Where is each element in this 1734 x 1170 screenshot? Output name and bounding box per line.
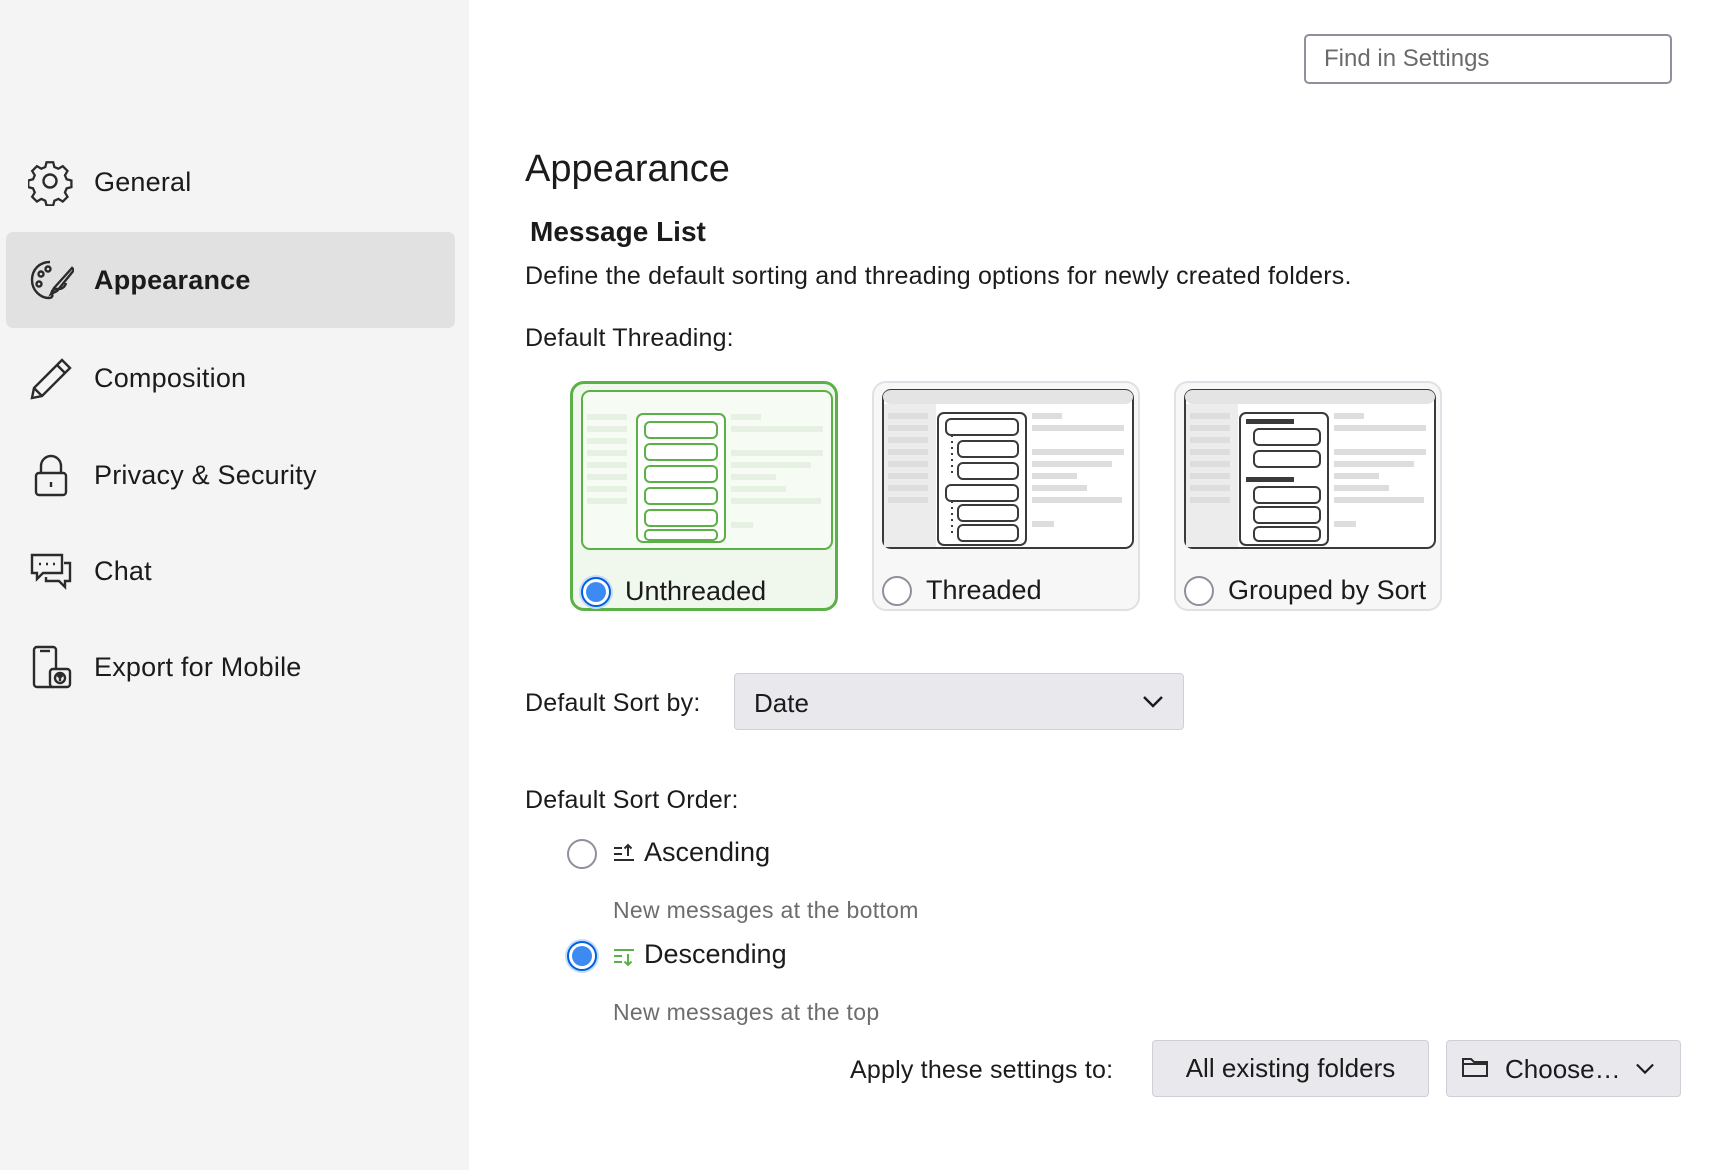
- sidebar-item-label: Appearance: [94, 264, 251, 295]
- default-sort-order-label: Default Sort Order:: [525, 786, 739, 814]
- default-sort-by-label: Default Sort by:: [525, 689, 701, 717]
- sidebar-item-privacy-security[interactable]: Privacy & Security: [6, 427, 455, 523]
- grouped-by-sort-radio[interactable]: [1184, 576, 1214, 606]
- unthreaded-label: Unthreaded: [625, 576, 767, 606]
- descending-label: Descending: [644, 939, 787, 969]
- gear-icon: [27, 160, 74, 207]
- search-input[interactable]: [1304, 34, 1672, 84]
- descending-description: New messages at the top: [613, 999, 880, 1025]
- sort-ascending-icon: [614, 843, 634, 861]
- section-title: Message List: [530, 216, 706, 247]
- ascending-radio[interactable]: [567, 839, 597, 869]
- sidebar-item-label: General: [94, 166, 192, 197]
- sort-by-value: Date: [754, 688, 809, 718]
- ascending-description: New messages at the bottom: [613, 897, 919, 923]
- default-threading-label: Default Threading:: [525, 324, 734, 352]
- choose-label: Choose…: [1505, 1054, 1621, 1084]
- unthreaded-radio[interactable]: [581, 577, 611, 607]
- apply-settings-label: Apply these settings to:: [850, 1056, 1114, 1084]
- sidebar-item-label: Privacy & Security: [94, 459, 317, 490]
- folder-icon: [1462, 1058, 1488, 1077]
- section-description: Define the default sorting and threading…: [525, 262, 1352, 290]
- palette-icon: [28, 258, 76, 304]
- grouped-by-sort-label: Grouped by Sort: [1228, 575, 1427, 605]
- all-existing-folders-label: All existing folders: [1185, 1053, 1396, 1083]
- unthreaded-preview-icon: [581, 390, 833, 550]
- sidebar-item-label: Composition: [94, 362, 247, 393]
- sidebar-item-export-for-mobile[interactable]: Export for Mobile: [6, 619, 455, 715]
- ascending-label: Ascending: [644, 837, 771, 867]
- descending-radio[interactable]: [567, 941, 597, 971]
- threading-option-unthreaded[interactable]: Unthreaded: [570, 381, 838, 611]
- chat-bubbles-icon: [28, 549, 74, 595]
- sort-descending-icon: [614, 949, 634, 967]
- phone-export-icon: [28, 645, 74, 691]
- chevron-down-icon: [1636, 1063, 1654, 1075]
- pencil-icon: [28, 356, 74, 402]
- sidebar: General Appearance Composition Privacy &…: [0, 0, 469, 1170]
- all-existing-folders-button[interactable]: All existing folders: [1152, 1040, 1429, 1097]
- sort-by-select[interactable]: Date: [734, 673, 1184, 730]
- sidebar-item-chat[interactable]: Chat: [6, 523, 455, 619]
- lock-icon: [28, 453, 74, 499]
- threading-option-grouped-by-sort[interactable]: Grouped by Sort: [1174, 381, 1442, 611]
- threaded-preview-icon: [882, 389, 1134, 549]
- sidebar-item-label: Chat: [94, 555, 152, 586]
- choose-folder-button[interactable]: Choose…: [1446, 1040, 1681, 1097]
- page-title: Appearance: [525, 148, 730, 190]
- sidebar-item-general[interactable]: General: [6, 134, 455, 230]
- grouped-preview-icon: [1184, 389, 1436, 549]
- threading-option-threaded[interactable]: Threaded: [872, 381, 1140, 611]
- threaded-radio[interactable]: [882, 576, 912, 606]
- chevron-down-icon: [1143, 696, 1163, 708]
- sidebar-item-composition[interactable]: Composition: [6, 330, 455, 426]
- threaded-label: Threaded: [926, 575, 1042, 605]
- sidebar-item-label: Export for Mobile: [94, 651, 302, 682]
- sidebar-item-appearance[interactable]: Appearance: [6, 232, 455, 328]
